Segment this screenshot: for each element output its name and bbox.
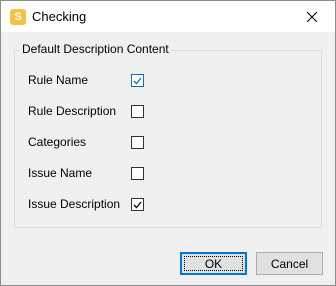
window-title: Checking [32, 9, 87, 24]
rule-description-label: Rule Description [28, 104, 117, 118]
close-icon [307, 11, 317, 22]
issue-name-checkbox[interactable] [131, 167, 144, 180]
categories-label: Categories [28, 135, 87, 149]
issue-description-label: Issue Description [28, 197, 121, 211]
issue-name-label: Issue Name [28, 166, 93, 180]
focus-rectangle [184, 256, 243, 271]
title-bar: S Checking [1, 1, 335, 32]
ok-button[interactable]: OK [180, 252, 247, 275]
rule-name-checkbox[interactable] [131, 74, 144, 87]
groupbox-title: Default Description Content [20, 42, 171, 56]
cancel-label: Cancel [270, 256, 309, 271]
cancel-button[interactable]: Cancel [256, 252, 323, 275]
categories-checkbox[interactable] [131, 136, 144, 149]
issue-description-checkbox[interactable] [131, 198, 144, 211]
rule-description-checkbox[interactable] [131, 105, 144, 118]
app-icon: S [10, 9, 26, 25]
rule-name-label: Rule Name [28, 73, 89, 87]
checkmark-icon [133, 201, 142, 208]
checking-dialog: S Checking Default Description Content R… [0, 0, 336, 286]
close-button[interactable] [289, 1, 335, 32]
checkmark-icon [133, 77, 142, 84]
